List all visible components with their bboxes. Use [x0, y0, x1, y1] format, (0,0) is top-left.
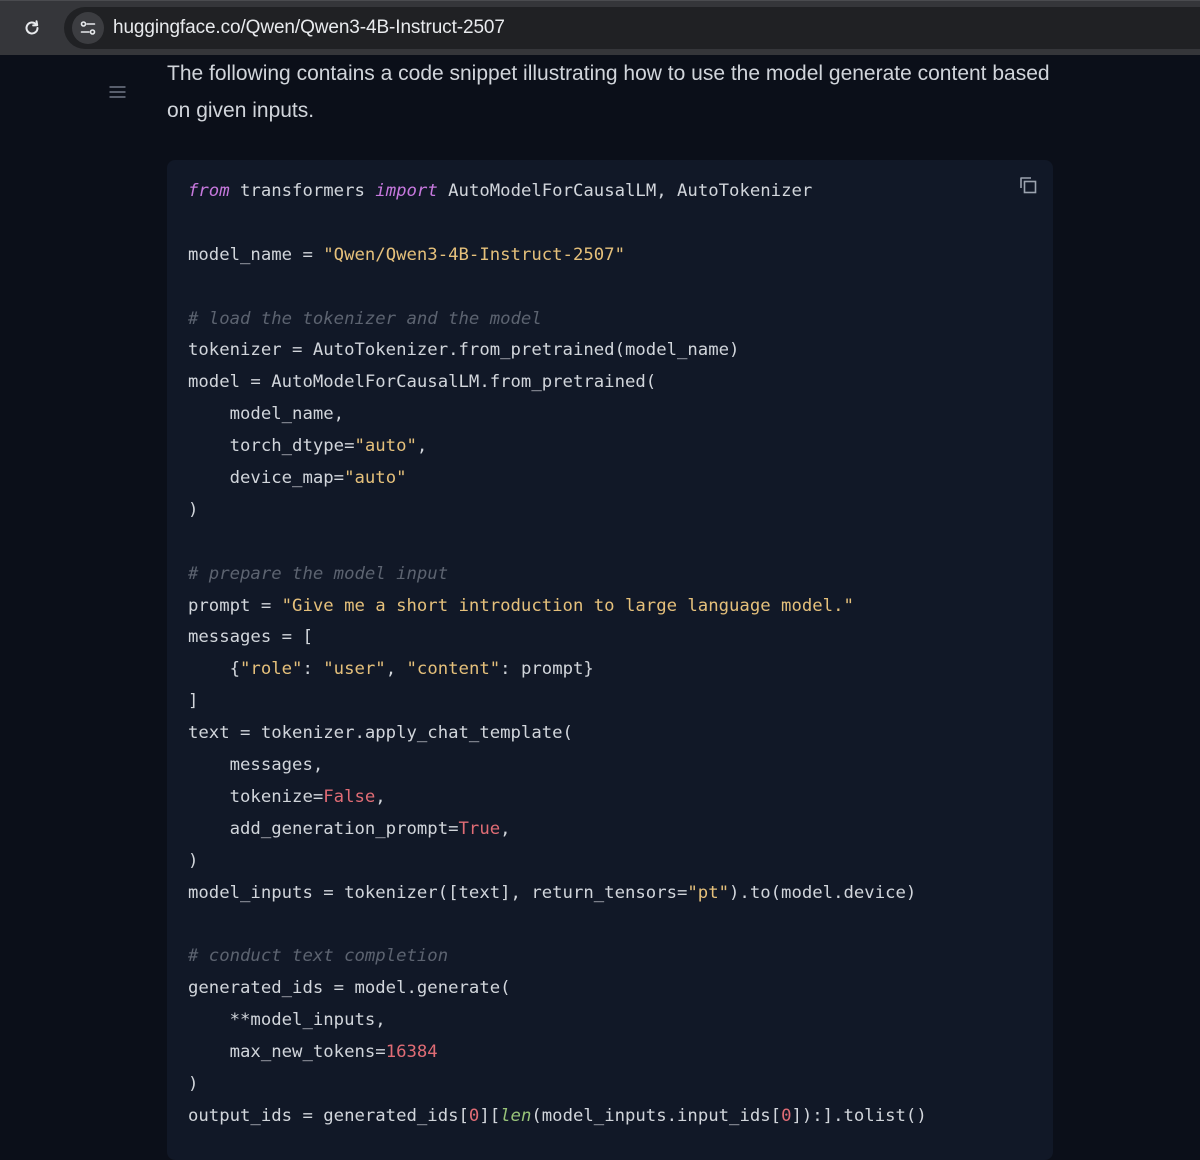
code-token-plain: , [385, 659, 407, 680]
code-line: text = tokenizer.apply_chat_template( [188, 718, 927, 750]
code-token-string: "content" [406, 659, 501, 680]
copy-icon [1020, 177, 1037, 194]
code-token-string: "Qwen/Qwen3-4B-Instruct-2507" [323, 244, 625, 265]
code-token-plain: max_new_tokens= [188, 1042, 386, 1063]
code-line: {"role": "user", "content": prompt} [188, 654, 927, 686]
code-line: # conduct text completion [188, 941, 927, 973]
code-token-builtin: len [500, 1105, 532, 1126]
code-line: messages = [ [188, 622, 927, 654]
code-token-string: "Give me a short introduction to large l… [281, 595, 854, 616]
reload-button[interactable] [14, 10, 50, 46]
site-info-icon [80, 21, 96, 35]
code-token-plain: ) [188, 850, 199, 871]
copy-code-button[interactable] [1017, 174, 1039, 196]
code-token-plain: messages, [188, 755, 324, 776]
code-block: from transformers import AutoModelForCau… [167, 160, 1053, 1160]
code-token-bool: False [323, 786, 376, 807]
site-info-button[interactable] [72, 12, 104, 44]
code-line: model = AutoModelForCausalLM.from_pretra… [188, 367, 927, 399]
code-token-string: "pt" [687, 882, 730, 903]
code-token-plain: output_ids = generated_ids[ [188, 1105, 469, 1126]
code-token-plain: tokenizer = AutoTokenizer.from_pretraine… [188, 340, 740, 361]
code-line: device_map="auto" [188, 463, 927, 495]
code-token-plain: , [416, 436, 428, 457]
code-token-plain: ) [188, 499, 199, 520]
code-token-plain: { [188, 659, 241, 680]
code-token-plain: AutoModelForCausalLM, AutoTokenizer [437, 181, 813, 201]
code-token-plain: : [302, 659, 324, 680]
code-token-comment: # prepare the model input [188, 563, 449, 584]
code-token-plain: model = AutoModelForCausalLM.from_pretra… [188, 372, 657, 393]
code-line: **model_inputs, [188, 1005, 927, 1037]
address-bar[interactable]: huggingface.co/Qwen/Qwen3-4B-Instruct-25… [64, 7, 1200, 49]
code-token-plain: model_name, [188, 404, 345, 425]
code-token-plain: ]):].tolist() [791, 1105, 927, 1126]
code-token-plain: ][ [479, 1105, 501, 1126]
code-line: model_inputs = tokenizer([text], return_… [188, 878, 927, 910]
code-token-plain: tokenize= [188, 786, 324, 807]
code-token-plain: messages = [ [188, 627, 313, 648]
code-lines: from transformers import AutoModelForCau… [188, 176, 927, 1133]
code-token-plain: transformers [229, 181, 376, 201]
code-line: ] [188, 686, 927, 718]
code-token-plain: model_inputs = tokenizer([text], return_… [188, 882, 688, 903]
code-token-plain: model_name = [188, 244, 324, 265]
code-line: tokenizer = AutoTokenizer.from_pretraine… [188, 335, 927, 367]
code-token-keyword: from [188, 181, 230, 201]
code-line: prompt = "Give me a short introduction t… [188, 591, 927, 623]
code-token-number: 16384 [385, 1042, 438, 1063]
code-token-plain: prompt = [188, 595, 282, 616]
code-token-plain: ] [188, 691, 199, 712]
code-token-plain: generated_ids = model.generate( [188, 978, 511, 999]
code-token-plain: text = tokenizer.apply_chat_template( [188, 723, 573, 744]
code-token-string: "auto" [344, 468, 407, 489]
code-token-plain: ) [188, 1073, 199, 1094]
url-text[interactable]: huggingface.co/Qwen/Qwen3-4B-Instruct-25… [113, 17, 505, 39]
code-token-comment: # conduct text completion [188, 946, 449, 967]
code-token-plain: (model_inputs.input_ids[ [531, 1105, 782, 1126]
code-line: max_new_tokens=16384 [188, 1037, 927, 1069]
code-line: ) [188, 495, 927, 527]
code-token-plain: **model_inputs, [188, 1010, 386, 1031]
code-token-plain: add_generation_prompt= [188, 818, 459, 839]
code-token-string: "auto" [354, 436, 417, 457]
reload-icon [25, 20, 39, 35]
code-line: messages, [188, 750, 927, 782]
browser-toolbar: huggingface.co/Qwen/Qwen3-4B-Instruct-25… [0, 0, 1200, 55]
menu-icon [109, 86, 125, 98]
code-token-number: 0 [468, 1105, 480, 1126]
code-line: model_name, [188, 399, 927, 431]
code-token-plain: : prompt} [500, 659, 594, 680]
code-line: ) [188, 1069, 927, 1101]
code-token-plain: torch_dtype= [188, 436, 355, 457]
code-line: add_generation_prompt=True, [188, 814, 927, 846]
code-line: model_name = "Qwen/Qwen3-4B-Instruct-250… [188, 240, 927, 272]
code-token-bool: True [458, 818, 501, 839]
toc-toggle-button[interactable] [107, 82, 127, 102]
code-token-string: "user" [323, 659, 386, 680]
code-line: output_ids = generated_ids[0][len(model_… [188, 1101, 927, 1133]
code-line: # prepare the model input [188, 559, 927, 591]
code-line: ) [188, 846, 927, 878]
code-token-string: "role" [240, 659, 303, 680]
code-token-number: 0 [781, 1105, 792, 1126]
code-line: tokenize=False, [188, 782, 927, 814]
code-token-keyword: import [375, 181, 438, 201]
code-line: generated_ids = model.generate( [188, 973, 927, 1005]
code-token-plain: , [500, 818, 511, 839]
intro-paragraph: The following contains a code snippet il… [167, 62, 1050, 122]
code-token-comment: # load the tokenizer and the model [188, 308, 542, 329]
code-line: # load the tokenizer and the model [188, 304, 927, 336]
code-line: from transformers import AutoModelForCau… [188, 176, 927, 208]
code-token-plain: ).to(model.device) [729, 882, 917, 903]
code-line: torch_dtype="auto", [188, 431, 927, 463]
code-token-plain: device_map= [188, 468, 345, 489]
code-token-plain: , [375, 786, 386, 807]
